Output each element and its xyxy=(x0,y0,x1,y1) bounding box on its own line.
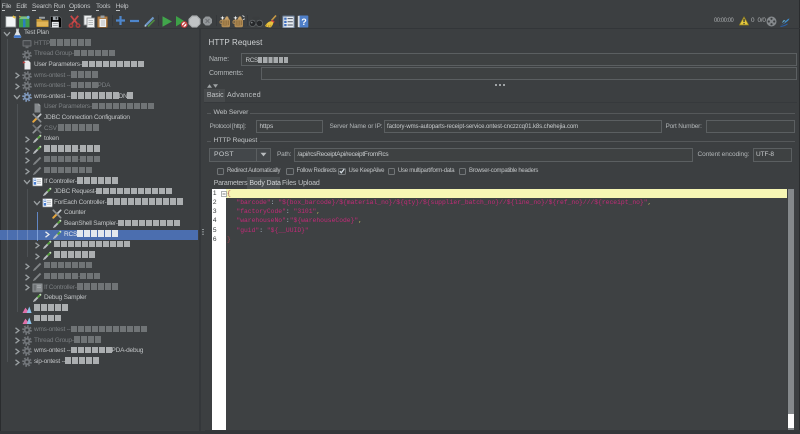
svg-text:?: ? xyxy=(301,16,307,26)
